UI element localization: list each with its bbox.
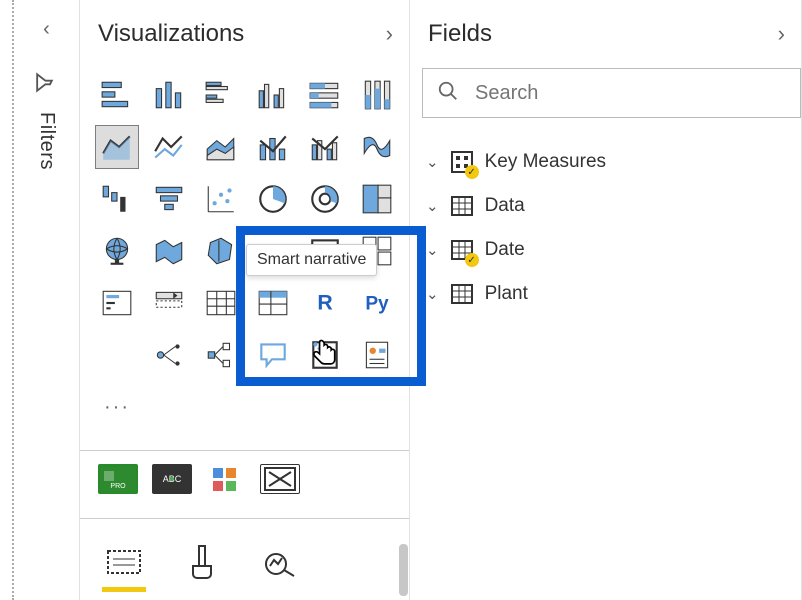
filters-collapse-chevron-icon[interactable]: ‹ bbox=[43, 18, 50, 41]
custom-visuals-row: PRO ABC bbox=[92, 458, 399, 500]
table-icon bbox=[449, 281, 475, 307]
chevron-down-icon: ⌄ bbox=[426, 153, 439, 171]
crossed-visual-chip[interactable] bbox=[260, 464, 300, 494]
viz-donut-icon[interactable] bbox=[304, 178, 346, 220]
fields-pane: Fields › ⌄ ✓ Key Measures ⌄ Data ⌄ ✓ Dat… bbox=[410, 0, 802, 600]
viz-pie-icon[interactable] bbox=[252, 178, 294, 220]
viz-stacked100-h-icon[interactable] bbox=[304, 74, 346, 116]
chevron-down-icon: ⌄ bbox=[426, 197, 439, 215]
viz-table-icon[interactable] bbox=[200, 282, 242, 324]
chevron-down-icon: ⌄ bbox=[426, 241, 439, 259]
svg-text:Py: Py bbox=[365, 293, 389, 314]
visualizations-pane: Visualizations › 123 bbox=[80, 0, 410, 600]
canvas-edge bbox=[0, 0, 14, 600]
viz-area-icon[interactable] bbox=[96, 126, 138, 168]
squares-visual-chip[interactable] bbox=[206, 464, 246, 494]
viz-key-influencers-icon[interactable] bbox=[148, 334, 190, 376]
field-date[interactable]: ⌄ ✓ Date bbox=[422, 228, 791, 272]
field-label: Data bbox=[485, 195, 525, 217]
search-icon bbox=[437, 80, 459, 107]
viz-tooltip: Smart narrative bbox=[246, 244, 377, 276]
visualizations-title: Visualizations bbox=[98, 20, 244, 48]
table-icon bbox=[449, 193, 475, 219]
fields-search[interactable] bbox=[422, 68, 801, 118]
format-tabs bbox=[92, 526, 399, 584]
filters-label[interactable]: Filters bbox=[35, 112, 58, 170]
viz-decomposition-icon[interactable] bbox=[200, 334, 242, 376]
fields-collapse-chevron-icon[interactable]: › bbox=[778, 21, 785, 47]
selected-badge-icon: ✓ bbox=[465, 253, 479, 267]
field-label: Date bbox=[485, 239, 525, 261]
table-icon: ✓ bbox=[449, 237, 475, 263]
viz-smart-narrative-icon[interactable] bbox=[304, 334, 346, 376]
viz-r-icon[interactable]: R bbox=[304, 282, 346, 324]
pro-visual-chip[interactable]: PRO bbox=[98, 464, 138, 494]
measure-table-icon: ✓ bbox=[449, 149, 475, 175]
visualizations-collapse-chevron-icon[interactable]: › bbox=[386, 21, 393, 47]
viz-treemap-icon[interactable] bbox=[356, 178, 398, 220]
abc-visual-chip[interactable]: ABC bbox=[152, 464, 192, 494]
format-tab[interactable] bbox=[180, 540, 224, 584]
viz-stacked-area-icon[interactable] bbox=[200, 126, 242, 168]
fields-tab[interactable] bbox=[102, 540, 146, 584]
analytics-tab[interactable] bbox=[258, 540, 302, 584]
viz-clustered-bar-v-icon[interactable] bbox=[252, 74, 294, 116]
viz-kpi-icon[interactable] bbox=[96, 282, 138, 324]
fields-header: Fields › bbox=[422, 0, 791, 68]
viz-matrix-icon[interactable] bbox=[252, 282, 294, 324]
filters-rail: ‹ Filters bbox=[14, 0, 80, 600]
field-label: Plant bbox=[485, 283, 528, 305]
viz-combo1-icon[interactable] bbox=[252, 126, 294, 168]
svg-text:R: R bbox=[317, 290, 332, 314]
chevron-down-icon: ⌄ bbox=[426, 285, 439, 303]
scrollbar-thumb[interactable] bbox=[399, 544, 408, 596]
viz-paginated-icon[interactable] bbox=[356, 334, 398, 376]
viz-line-icon[interactable] bbox=[148, 126, 190, 168]
viz-stacked100-v-icon[interactable] bbox=[356, 74, 398, 116]
viz-ribbon-icon[interactable] bbox=[356, 126, 398, 168]
svg-text:PRO: PRO bbox=[110, 483, 126, 490]
viz-python-icon[interactable]: Py bbox=[356, 282, 398, 324]
divider-2 bbox=[80, 518, 409, 526]
viz-scatter-icon[interactable] bbox=[200, 178, 242, 220]
fields-title: Fields bbox=[428, 20, 492, 48]
visualizations-gallery: 123 R Py ··· Smart narrative bbox=[92, 68, 399, 432]
divider bbox=[80, 450, 409, 458]
visualizations-header: Visualizations › bbox=[92, 0, 399, 68]
viz-stacked-bar-v-icon[interactable] bbox=[148, 74, 190, 116]
field-key-measures[interactable]: ⌄ ✓ Key Measures bbox=[422, 140, 791, 184]
viz-qna-icon[interactable] bbox=[252, 334, 294, 376]
viz-waterfall-icon[interactable] bbox=[96, 178, 138, 220]
field-plant[interactable]: ⌄ Plant bbox=[422, 272, 791, 316]
viz-filled-map-icon[interactable] bbox=[148, 230, 190, 272]
viz-funnel-icon[interactable] bbox=[148, 178, 190, 220]
field-label: Key Measures bbox=[485, 151, 606, 173]
viz-more-button[interactable]: ··· bbox=[96, 386, 138, 428]
selected-badge-icon: ✓ bbox=[465, 165, 479, 179]
filters-funnel-icon[interactable] bbox=[33, 72, 60, 94]
viz-shape-map-icon[interactable] bbox=[200, 230, 242, 272]
viz-clustered-bar-h-icon[interactable] bbox=[200, 74, 242, 116]
viz-slicer-icon[interactable] bbox=[148, 282, 190, 324]
viz-map-globe-icon[interactable] bbox=[96, 230, 138, 272]
field-data[interactable]: ⌄ Data bbox=[422, 184, 791, 228]
viz-stacked-bar-h-icon[interactable] bbox=[96, 74, 138, 116]
viz-combo2-icon[interactable] bbox=[304, 126, 346, 168]
search-input[interactable] bbox=[473, 81, 786, 106]
